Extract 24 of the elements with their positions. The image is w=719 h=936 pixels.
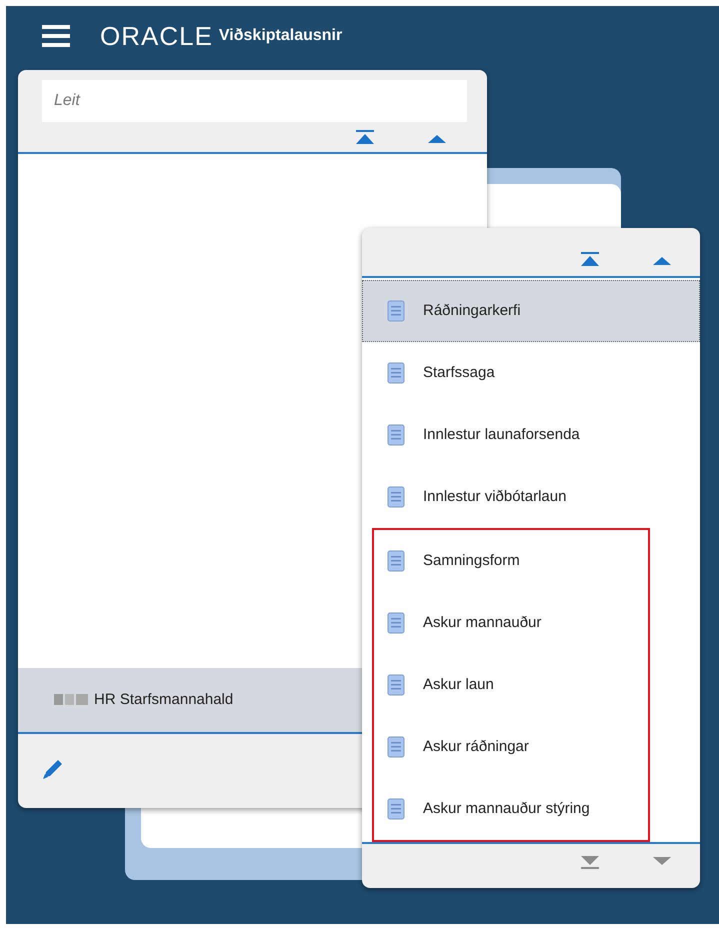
menu-item[interactable]: Starfssaga	[362, 342, 700, 404]
document-icon	[387, 550, 405, 572]
document-icon	[387, 798, 405, 820]
document-icon	[387, 300, 405, 322]
app-title: Viðskiptalausnir	[218, 26, 342, 46]
search-field[interactable]: Leit	[42, 80, 467, 122]
menu-item[interactable]: Innlestur viðbótarlaun	[362, 466, 700, 528]
menu-item[interactable]: Ráðningarkerfi	[362, 280, 700, 342]
logo-text: ORACLE	[100, 20, 213, 52]
scroll-top-button[interactable]	[353, 130, 377, 146]
pencil-icon	[41, 757, 65, 781]
document-icon	[387, 486, 405, 508]
menu-icon[interactable]	[42, 25, 70, 47]
document-icon	[387, 736, 405, 758]
menu-item[interactable]: Samningsform	[374, 530, 648, 592]
group-icon	[54, 693, 90, 707]
menu-item[interactable]: Askur mannauður	[374, 592, 648, 654]
menu-item[interactable]: Innlestur launaforsenda	[362, 404, 700, 466]
document-icon	[387, 612, 405, 634]
document-icon	[387, 674, 405, 696]
menu-item[interactable]: Askur mannauður stýring	[374, 778, 648, 840]
document-icon	[387, 362, 405, 384]
scroll-top-button[interactable]	[578, 252, 602, 268]
document-icon	[387, 424, 405, 446]
